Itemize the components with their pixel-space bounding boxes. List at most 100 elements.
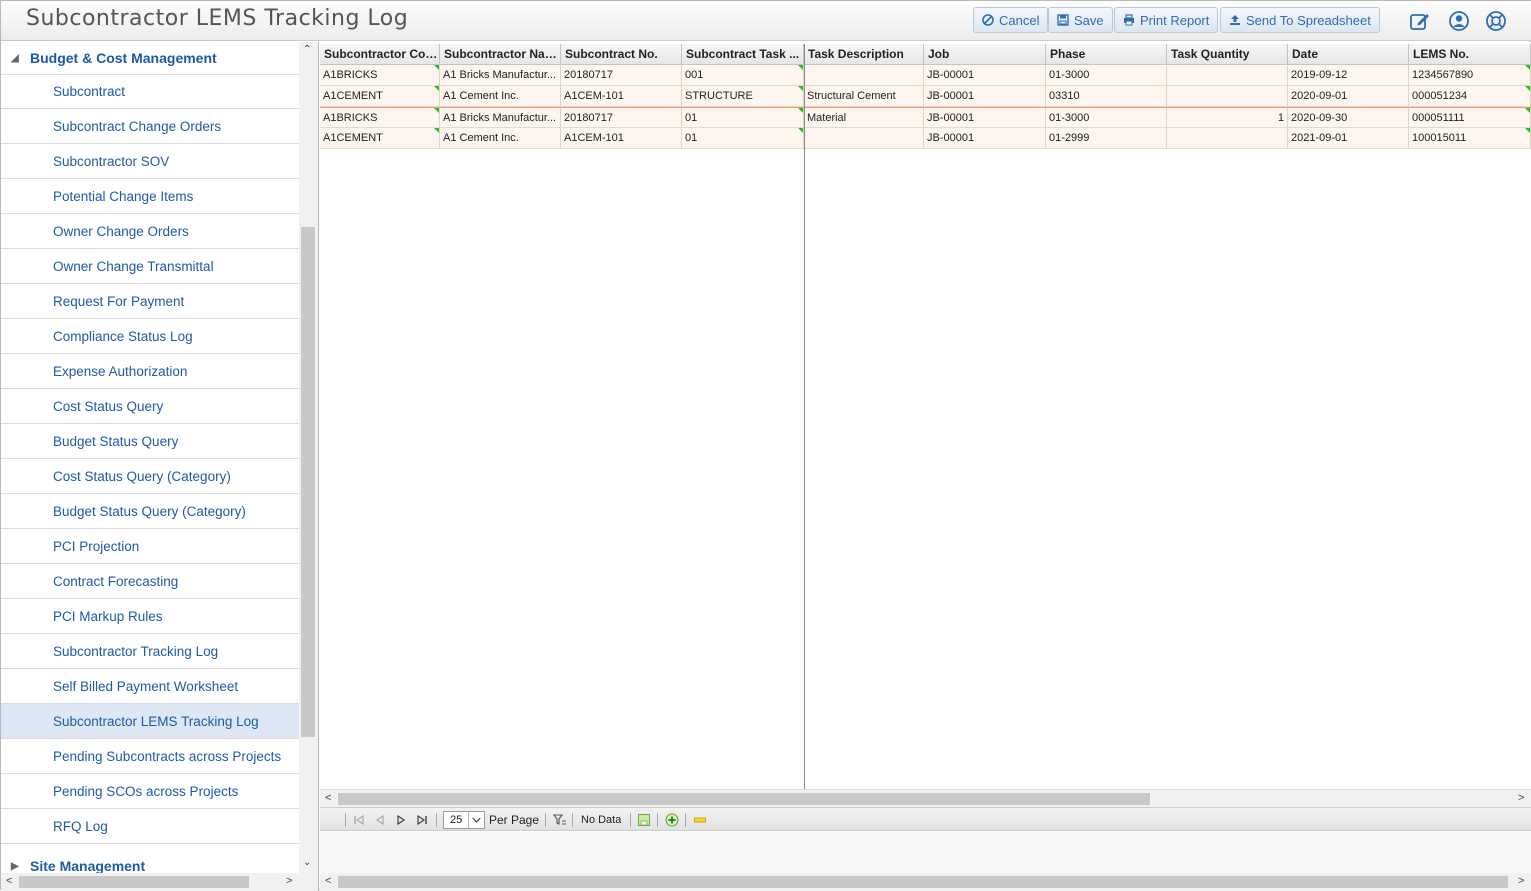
scroll-left-icon[interactable]: < xyxy=(325,875,331,887)
table-cell[interactable]: A1 Cement Inc. xyxy=(440,128,561,148)
table-cell[interactable]: 03310 xyxy=(1046,86,1167,106)
sidebar-item-expense-authorization[interactable]: Expense Authorization xyxy=(1,354,299,389)
table-cell[interactable]: 2021-09-01 xyxy=(1288,128,1409,148)
table-cell[interactable]: JB-00001 xyxy=(924,65,1046,85)
sidebar-vertical-scrollbar[interactable]: ⌃ ⌄ xyxy=(299,42,318,873)
sidebar-item-budget-status-query[interactable]: Budget Status Query xyxy=(1,424,299,459)
table-cell[interactable]: 20180717 xyxy=(561,65,682,85)
column-header[interactable]: Task Description xyxy=(804,44,924,65)
table-row[interactable]: A1CEMENT A1 Cement Inc. A1CEM-101 01 JB-0000… xyxy=(320,128,1531,149)
sidebar-item-pending-scos-across-projects[interactable]: Pending SCOs across Projects xyxy=(1,774,299,809)
send-to-spreadsheet-button[interactable]: Send To Spreadsheet xyxy=(1220,7,1380,33)
table-cell[interactable]: Material xyxy=(804,108,924,128)
last-page-icon[interactable] xyxy=(415,813,429,827)
table-cell[interactable]: A1BRICKS xyxy=(320,65,440,85)
frozen-column-splitter[interactable] xyxy=(804,44,805,789)
sidebar-item-rfq-log[interactable]: RFQ Log xyxy=(1,809,299,844)
table-cell[interactable]: 2020-09-01 xyxy=(1288,86,1409,106)
table-cell[interactable]: 01 xyxy=(682,108,804,128)
delete-row-icon[interactable] xyxy=(693,813,707,827)
column-header[interactable]: Subcontract Task ... xyxy=(682,44,804,65)
page-size-select[interactable]: 25 xyxy=(443,811,485,829)
previous-page-icon[interactable] xyxy=(373,813,387,827)
sidebar-group-budget-cost[interactable]: ◢ Budget & Cost Management xyxy=(1,42,299,74)
table-cell[interactable]: A1CEM-101 xyxy=(561,128,682,148)
save-grid-icon[interactable] xyxy=(637,813,651,827)
sidebar-item-potential-change-items[interactable]: Potential Change Items xyxy=(1,179,299,214)
table-cell[interactable] xyxy=(804,65,924,85)
next-page-icon[interactable] xyxy=(394,813,408,827)
help-icon[interactable] xyxy=(1485,10,1507,32)
table-cell[interactable]: JB-00001 xyxy=(924,128,1046,148)
table-cell[interactable]: A1 Bricks Manufactur... xyxy=(440,65,561,85)
save-button[interactable]: Save xyxy=(1048,7,1113,33)
column-header[interactable]: LEMS No. xyxy=(1409,44,1531,65)
table-cell[interactable]: JB-00001 xyxy=(924,108,1046,128)
scrollbar-thumb[interactable] xyxy=(338,793,1150,805)
first-page-icon[interactable] xyxy=(352,813,366,827)
sidebar-horizontal-scrollbar[interactable]: < > xyxy=(1,873,318,891)
table-row[interactable]: A1CEMENT A1 Cement Inc. A1CEM-101 STRUCTURE… xyxy=(320,86,1531,107)
sidebar-item-pci-projection[interactable]: PCI Projection xyxy=(1,529,299,564)
sidebar-item-subcontractor-sov[interactable]: Subcontractor SOV xyxy=(1,144,299,179)
sidebar-item-pending-subcontracts-across-projects[interactable]: Pending Subcontracts across Projects xyxy=(1,739,299,774)
add-row-icon[interactable] xyxy=(665,813,679,827)
table-cell[interactable]: 000051234 xyxy=(1409,86,1531,106)
sidebar-item-cost-status-query[interactable]: Cost Status Query xyxy=(1,389,299,424)
table-cell[interactable]: JB-00001 xyxy=(924,86,1046,106)
table-row[interactable]: A1BRICKS A1 Bricks Manufactur... 20180717 0… xyxy=(320,107,1531,128)
table-cell[interactable] xyxy=(1167,65,1288,85)
scrollbar-thumb[interactable] xyxy=(19,876,249,888)
sidebar-item-pci-markup-rules[interactable]: PCI Markup Rules xyxy=(1,599,299,634)
user-icon[interactable] xyxy=(1448,10,1470,32)
table-cell[interactable]: 100015011 xyxy=(1409,128,1531,148)
column-header[interactable]: Date xyxy=(1288,44,1409,65)
filter-icon[interactable] xyxy=(553,813,567,827)
table-cell[interactable]: A1CEMENT xyxy=(320,128,440,148)
table-cell[interactable] xyxy=(804,128,924,148)
table-cell[interactable]: 01-3000 xyxy=(1046,108,1167,128)
sidebar-item-compliance-status-log[interactable]: Compliance Status Log xyxy=(1,319,299,354)
sidebar-item-budget-status-query-category[interactable]: Budget Status Query (Category) xyxy=(1,494,299,529)
table-cell[interactable]: A1CEMENT xyxy=(320,86,440,106)
table-cell[interactable]: STRUCTURE xyxy=(682,86,804,106)
sidebar-item-subcontractor-tracking-log[interactable]: Subcontractor Tracking Log xyxy=(1,634,299,669)
sidebar-item-request-for-payment[interactable]: Request For Payment xyxy=(1,284,299,319)
sidebar-item-self-billed-payment-worksheet[interactable]: Self Billed Payment Worksheet xyxy=(1,669,299,704)
scroll-up-icon[interactable]: ⌃ xyxy=(303,44,311,55)
sidebar-item-subcontractor-lems-tracking-log[interactable]: Subcontractor LEMS Tracking Log xyxy=(1,704,299,739)
scroll-right-icon[interactable]: > xyxy=(1518,792,1524,804)
table-cell[interactable]: 01-2999 xyxy=(1046,128,1167,148)
scroll-right-icon[interactable]: > xyxy=(286,875,292,887)
table-cell[interactable]: 01 xyxy=(682,128,804,148)
table-cell[interactable]: A1BRICKS xyxy=(320,108,440,128)
print-report-button[interactable]: Print Report xyxy=(1114,7,1219,33)
table-cell[interactable]: 01-3000 xyxy=(1046,65,1167,85)
sidebar-item-owner-change-orders[interactable]: Owner Change Orders xyxy=(1,214,299,249)
column-header[interactable]: Subcontractor Code xyxy=(320,44,440,65)
sidebar-item-subcontract-change-orders[interactable]: Subcontract Change Orders xyxy=(1,109,299,144)
scroll-right-icon[interactable]: > xyxy=(1518,875,1524,887)
grid-horizontal-scrollbar[interactable]: < > xyxy=(320,789,1531,807)
edit-icon[interactable] xyxy=(1409,10,1431,32)
table-cell[interactable]: 000051111 xyxy=(1409,108,1531,128)
table-row[interactable]: A1BRICKS A1 Bricks Manufactur... 20180717 0… xyxy=(320,65,1531,86)
table-cell[interactable]: A1 Bricks Manufactur... xyxy=(440,108,561,128)
cancel-button[interactable]: Cancel xyxy=(973,7,1049,33)
table-cell[interactable] xyxy=(1167,86,1288,106)
table-cell[interactable]: 2020-09-30 xyxy=(1288,108,1409,128)
scroll-down-icon[interactable]: ⌄ xyxy=(303,857,311,868)
table-cell[interactable]: 20180717 xyxy=(561,108,682,128)
table-cell[interactable]: 1 xyxy=(1167,108,1288,128)
column-header[interactable]: Task Quantity xyxy=(1167,44,1288,65)
column-header[interactable]: Job xyxy=(924,44,1046,65)
table-cell[interactable] xyxy=(1167,128,1288,148)
table-cell[interactable]: 2019-09-12 xyxy=(1288,65,1409,85)
table-cell[interactable]: 001 xyxy=(682,65,804,85)
column-header[interactable]: Phase xyxy=(1046,44,1167,65)
scrollbar-thumb[interactable] xyxy=(338,876,1508,888)
table-cell[interactable]: A1 Cement Inc. xyxy=(440,86,561,106)
sidebar-item-owner-change-transmittal[interactable]: Owner Change Transmittal xyxy=(1,249,299,284)
sidebar-item-subcontract[interactable]: Subcontract xyxy=(1,74,299,109)
table-cell[interactable]: Structural Cement xyxy=(804,86,924,106)
